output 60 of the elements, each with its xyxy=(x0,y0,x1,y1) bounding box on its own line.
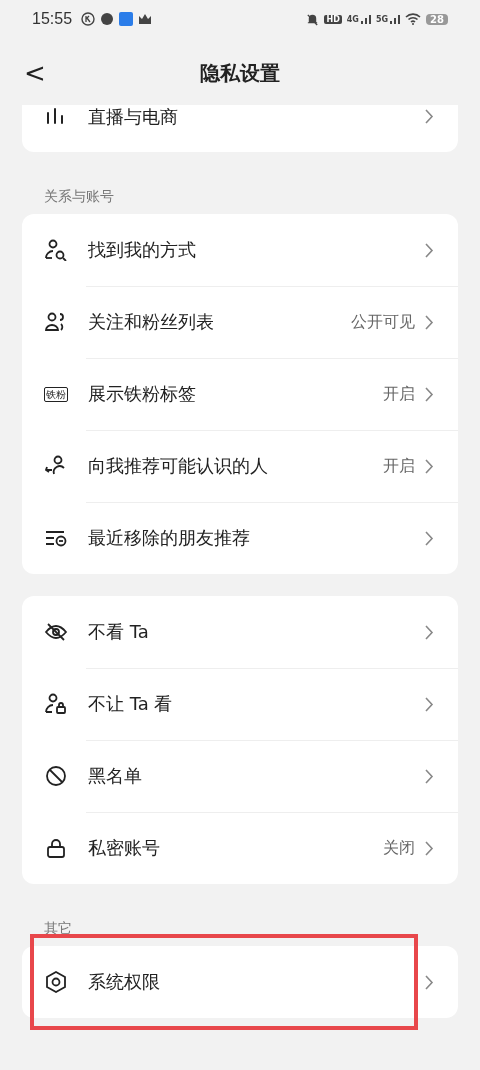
settings-row[interactable]: 系统权限 xyxy=(22,946,458,1018)
person-search-icon xyxy=(44,239,68,261)
row-label: 最近移除的朋友推荐 xyxy=(88,526,251,550)
chevron-icon xyxy=(425,840,434,856)
block-icon xyxy=(44,765,68,787)
settings-row[interactable]: 关注和粉丝列表 公开可见 xyxy=(22,286,458,358)
bell-off-icon xyxy=(306,12,320,26)
wifi-icon xyxy=(405,13,422,25)
network-label: 4G xyxy=(346,14,359,24)
row-value: 开启 xyxy=(383,455,415,477)
k-icon xyxy=(81,12,96,26)
settings-row[interactable]: 向我推荐可能认识的人 开启 xyxy=(22,430,458,502)
chevron-icon xyxy=(425,768,434,784)
settings-row[interactable]: 找到我的方式 xyxy=(22,214,458,286)
back-button[interactable]: < xyxy=(18,58,52,88)
row-label: 展示铁粉标签 xyxy=(88,382,197,406)
signal-icon xyxy=(390,14,401,24)
row-label: 找到我的方式 xyxy=(88,238,197,262)
settings-row[interactable]: 黑名单 xyxy=(22,740,458,812)
row-value: 开启 xyxy=(383,383,415,405)
chevron-icon xyxy=(425,314,434,330)
row-value: 关闭 xyxy=(383,837,415,859)
settings-row[interactable]: 最近移除的朋友推荐 xyxy=(22,502,458,574)
row-label: 私密账号 xyxy=(88,836,161,860)
chevron-icon xyxy=(425,696,434,712)
app-icon xyxy=(119,12,134,26)
row-label: 系统权限 xyxy=(88,970,161,994)
person-lock-icon xyxy=(44,693,68,715)
chevron-icon xyxy=(425,386,434,402)
row-value: 公开可见 xyxy=(351,311,415,333)
row-label: 直播与电商 xyxy=(88,105,179,129)
chevron-icon xyxy=(425,974,434,990)
chevron-icon xyxy=(425,624,434,640)
bars-icon xyxy=(44,105,66,127)
fan-badge-icon: 铁粉 xyxy=(44,386,68,402)
settings-row[interactable]: 铁粉 展示铁粉标签 开启 xyxy=(22,358,458,430)
chevron-icon xyxy=(425,242,434,258)
crown-icon xyxy=(138,13,153,25)
chevron-icon xyxy=(425,109,434,124)
battery-level: 28 xyxy=(426,13,448,25)
signal-icon xyxy=(360,14,371,24)
status-time: 15:55 xyxy=(32,10,73,28)
lock-icon xyxy=(44,837,68,859)
hd-badge: HD xyxy=(324,14,342,24)
hexagon-icon xyxy=(44,971,68,993)
settings-row[interactable]: 直播与电商 xyxy=(22,105,458,152)
settings-row[interactable]: 不看 Ta xyxy=(22,596,458,668)
row-label: 黑名单 xyxy=(88,764,143,788)
chevron-icon xyxy=(425,530,434,546)
row-label: 关注和粉丝列表 xyxy=(88,310,215,334)
section-heading: 关系与账号 xyxy=(43,187,115,206)
network-label: 5G xyxy=(375,14,389,24)
settings-row[interactable]: 不让 Ta 看 xyxy=(22,668,458,740)
chevron-icon xyxy=(425,458,434,474)
row-label: 向我推荐可能认识的人 xyxy=(88,454,269,478)
settings-row[interactable]: 私密账号 关闭 xyxy=(22,812,458,884)
row-label: 不看 Ta xyxy=(88,620,150,644)
eye-off-icon xyxy=(44,621,68,643)
row-label: 不让 Ta 看 xyxy=(88,692,174,716)
page-title: 隐私设置 xyxy=(200,59,280,87)
